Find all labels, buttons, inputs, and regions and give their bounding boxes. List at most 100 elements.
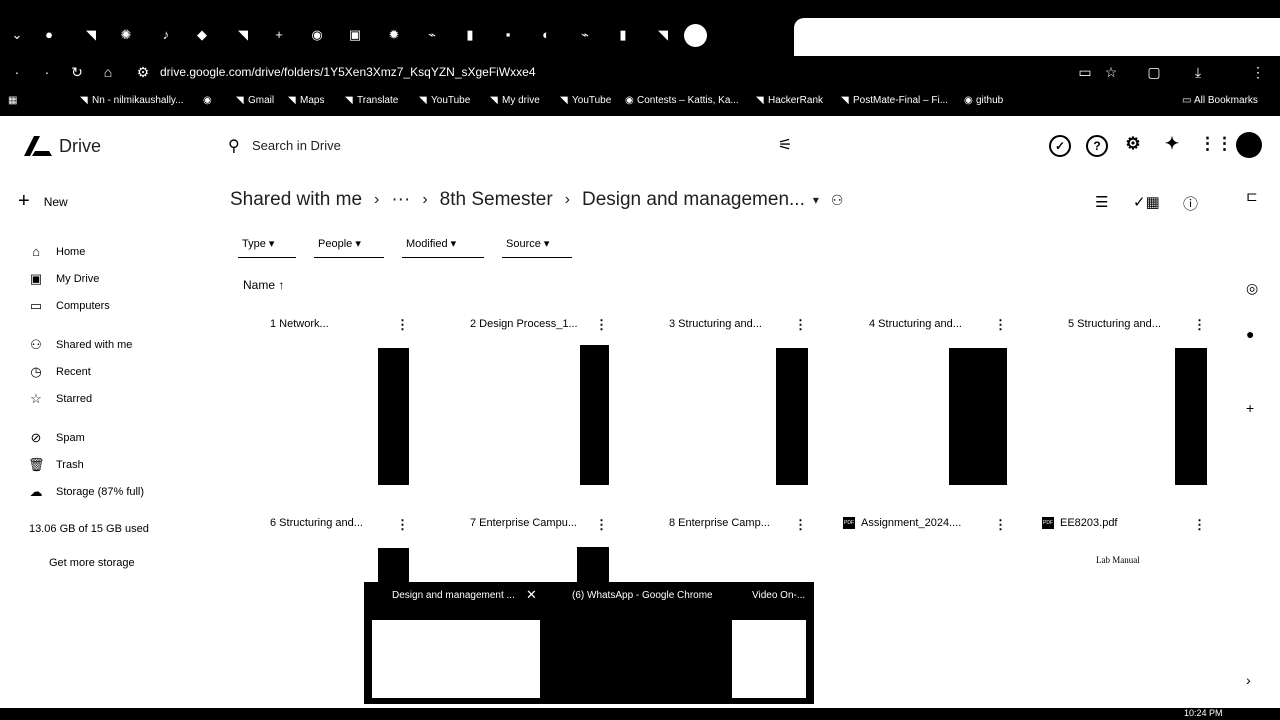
tab-favicon-icon[interactable]: ♪ <box>157 26 175 44</box>
filter-modified[interactable]: Modified ▾ <box>402 236 484 258</box>
avatar[interactable] <box>1236 132 1262 158</box>
bookmark-item[interactable]: ◥ HackerRank <box>756 95 823 106</box>
site-info-icon[interactable]: ⚙ <box>134 63 152 81</box>
file-thumbnail[interactable] <box>378 348 409 485</box>
file-title[interactable]: 5 Structuring and... <box>1068 318 1161 330</box>
tab-favicon-icon[interactable]: ⌁ <box>576 26 594 44</box>
more-vert-icon[interactable]: ⋮ <box>794 317 807 333</box>
bookmark-item[interactable]: ◥ PostMate-Final – Fi... <box>841 95 948 106</box>
settings-icon[interactable]: ⚙ <box>1122 135 1144 157</box>
file-title[interactable]: 8 Enterprise Camp... <box>669 517 770 529</box>
more-vert-icon[interactable]: ⋮ <box>1193 317 1206 333</box>
file-thumbnail[interactable] <box>776 348 808 485</box>
bookmark-item[interactable]: ◥ Nn - nilmikaushally... <box>80 95 184 106</box>
google-apps-icon[interactable]: ⋮⋮ <box>1199 135 1233 157</box>
tab-favicon-icon[interactable]: ◐ <box>537 26 555 44</box>
list-view-icon[interactable]: ☰ <box>1095 193 1108 211</box>
sidebar-item-shared[interactable]: ⚇ Shared with me <box>28 337 132 353</box>
bookmark-item[interactable]: ◉ Contests – Kattis, Ka... <box>625 95 739 106</box>
search-icon[interactable]: ⚲ <box>228 136 240 156</box>
chevron-down-icon[interactable]: ▾ <box>813 193 819 207</box>
reload-icon[interactable]: ↻ <box>68 63 86 81</box>
preview-thumbnail[interactable] <box>372 620 540 698</box>
tab-favicon-icon[interactable] <box>684 24 707 47</box>
tab-favicon-icon[interactable]: ◥ <box>82 26 100 44</box>
github-icon[interactable]: ◉ <box>308 26 326 44</box>
forward-icon[interactable]: · <box>38 63 56 81</box>
file-thumbnail[interactable] <box>1175 348 1207 485</box>
breadcrumb-more[interactable]: ··· <box>391 189 410 211</box>
more-vert-icon[interactable]: ⋮ <box>994 517 1007 533</box>
sidebar-item-trash[interactable]: 🗑 Trash <box>28 457 84 473</box>
more-vert-icon[interactable]: ⋮ <box>1193 517 1206 533</box>
tab-favicon-icon[interactable]: ✹ <box>385 26 403 44</box>
sidebar-item-storage[interactable]: ☁ Storage (87% full) <box>28 484 145 500</box>
filter-source[interactable]: Source ▾ <box>502 236 572 258</box>
file-title[interactable]: 3 Structuring and... <box>669 318 762 330</box>
more-vert-icon[interactable]: ⋮ <box>396 517 409 533</box>
clock[interactable]: 10:24 PM <box>1184 708 1223 718</box>
all-bookmarks[interactable]: ▭ All Bookmarks <box>1182 95 1258 106</box>
file-thumbnail[interactable] <box>580 345 609 485</box>
sidebar-item-my-drive[interactable]: ▣ My Drive <box>28 271 100 287</box>
file-thumbnail[interactable] <box>949 348 1007 485</box>
calendar-icon[interactable]: ⊏ <box>1246 188 1258 205</box>
get-more-storage-button[interactable]: Get more storage <box>49 557 135 569</box>
sort-name[interactable]: Name ↑ <box>243 278 284 292</box>
install-app-icon[interactable]: ▭ <box>1076 63 1094 81</box>
preview-window-title[interactable]: Video On-... <box>752 590 805 601</box>
preview-window-title[interactable]: (6) WhatsApp - Google Chrome <box>572 590 713 601</box>
tasks-icon[interactable]: ◎ <box>1246 280 1258 297</box>
breadcrumb-current-folder[interactable]: Design and managemen... <box>582 189 805 211</box>
tab-favicon-icon[interactable]: ⌁ <box>423 26 441 44</box>
more-vert-icon[interactable]: ⋮ <box>595 317 608 333</box>
browser-menu-icon[interactable]: ⋮ <box>1249 63 1267 81</box>
file-title[interactable]: 7 Enterprise Campu... <box>470 517 577 529</box>
tab-favicon-icon[interactable]: ◥ <box>234 26 252 44</box>
offline-ready-icon[interactable]: ✓ <box>1049 135 1071 157</box>
preview-thumbnail[interactable] <box>732 620 806 698</box>
more-vert-icon[interactable]: ⋮ <box>794 517 807 533</box>
tab-list-icon[interactable]: ⌄ <box>8 26 26 44</box>
bookmark-item[interactable]: ◥ Maps <box>288 95 324 106</box>
file-thumbnail[interactable] <box>577 547 609 582</box>
filter-people[interactable]: People ▾ <box>314 236 384 258</box>
tab-favicon-icon[interactable]: ▮ <box>614 26 632 44</box>
tab-favicon-icon[interactable]: ◆ <box>193 26 211 44</box>
more-vert-icon[interactable]: ⋮ <box>396 317 409 333</box>
grid-view-icon[interactable]: ✓▦ <box>1133 193 1160 211</box>
bookmark-item[interactable]: ◥ Translate <box>345 95 398 106</box>
bookmark-item[interactable]: ◉ <box>203 95 212 106</box>
extensions-icon[interactable]: ▢ <box>1145 63 1163 81</box>
apps-icon[interactable]: ▦ <box>8 95 17 106</box>
filter-type[interactable]: Type ▾ <box>238 236 296 258</box>
bookmark-item[interactable]: ◥ YouTube <box>419 95 470 106</box>
bookmark-star-icon[interactable]: ☆ <box>1102 63 1120 81</box>
add-addon-icon[interactable]: + <box>1246 400 1254 416</box>
file-title[interactable]: 6 Structuring and... <box>270 517 363 529</box>
tab-favicon-icon[interactable]: ● <box>40 26 58 44</box>
file-title[interactable]: PDF EE8203.pdf <box>1042 517 1118 530</box>
help-icon[interactable]: ? <box>1086 135 1108 157</box>
bookmark-item[interactable]: ◥ YouTube <box>560 95 611 106</box>
file-title[interactable]: PDF Assignment_2024.... <box>843 517 961 530</box>
tab-favicon-icon[interactable]: ▮ <box>461 26 479 44</box>
search-input[interactable] <box>252 134 752 156</box>
info-icon[interactable]: ⓘ <box>1183 193 1198 214</box>
download-icon[interactable]: ⤓ <box>1189 63 1207 81</box>
sidebar-item-starred[interactable]: ☆ Starred <box>28 391 92 407</box>
sidebar-item-recent[interactable]: ◷ Recent <box>28 364 91 380</box>
tab-favicon-icon[interactable]: + <box>270 26 288 44</box>
more-vert-icon[interactable]: ⋮ <box>994 317 1007 333</box>
new-button[interactable]: + New <box>18 190 68 213</box>
chevron-right-icon[interactable]: › <box>1246 672 1251 688</box>
breadcrumb-semester[interactable]: 8th Semester <box>440 189 553 211</box>
preview-window-title[interactable]: Design and management ... <box>392 590 515 601</box>
contacts-icon[interactable]: ● <box>1246 326 1254 342</box>
file-title[interactable]: 4 Structuring and... <box>869 318 962 330</box>
breadcrumb-shared[interactable]: Shared with me <box>230 189 362 211</box>
share-folder-icon[interactable]: ⚇ <box>831 192 844 209</box>
bookmark-item[interactable]: ◥ Gmail <box>236 95 274 106</box>
sidebar-item-spam[interactable]: ⊘ Spam <box>28 430 85 446</box>
search-options-icon[interactable]: ⚟ <box>778 135 792 155</box>
